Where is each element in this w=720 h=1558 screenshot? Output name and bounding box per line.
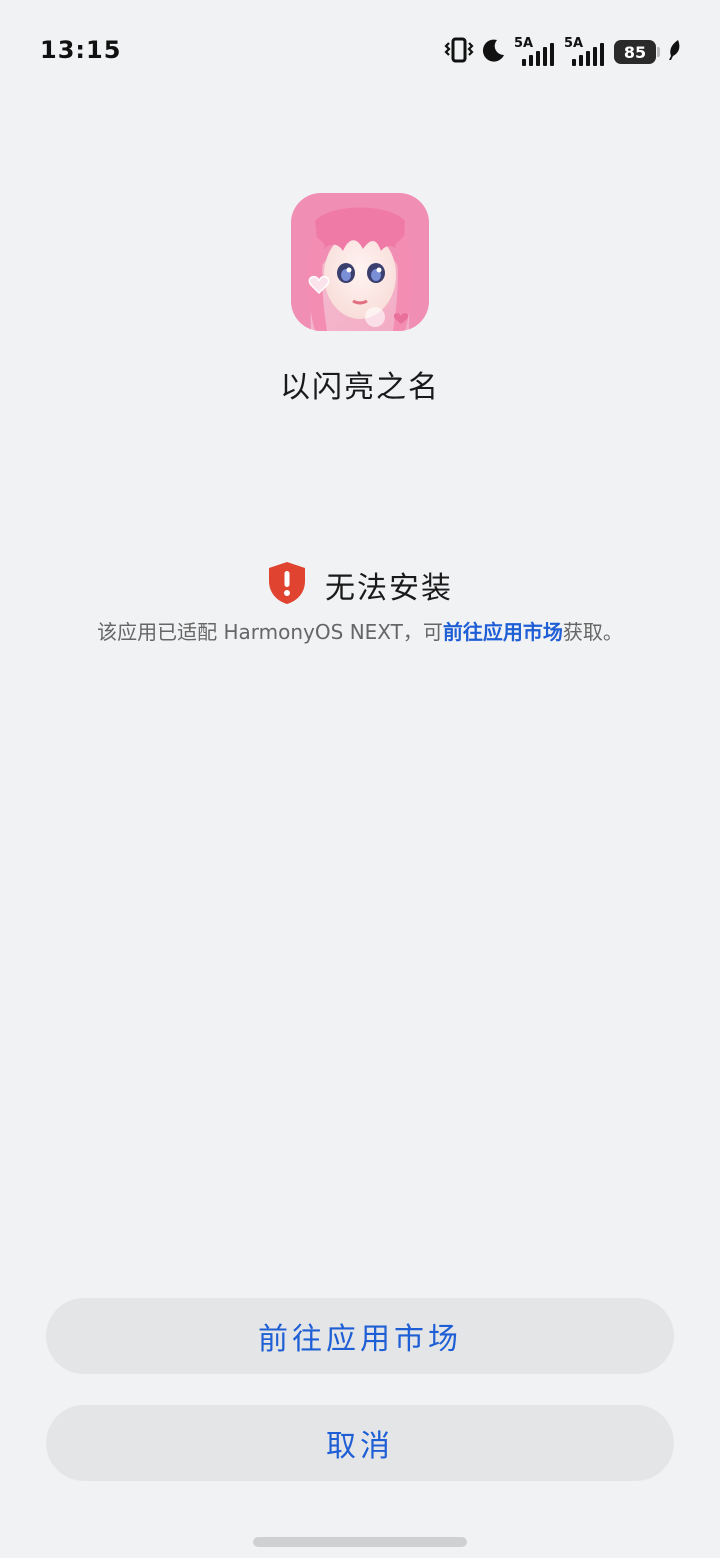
status-time: 13:15 <box>40 36 122 64</box>
battery-icon: 85 <box>614 40 660 64</box>
signal-icon: 5A <box>514 36 556 66</box>
warning-title: 无法安装 <box>325 571 453 606</box>
app-market-link[interactable]: 前往应用市场 <box>443 620 563 644</box>
warning-desc-suffix: 获取。 <box>562 620 623 644</box>
go-to-app-market-button[interactable]: 前往应用市场 <box>46 1298 674 1374</box>
vibrate-icon <box>444 37 474 67</box>
warning-desc-prefix: 该应用已适配 HarmonyOS NEXT，可 <box>97 620 443 644</box>
app-name: 以闪亮之名 <box>280 370 440 405</box>
leaf-icon <box>668 39 682 65</box>
cancel-button[interactable]: 取消 <box>46 1405 674 1481</box>
moon-icon <box>482 38 506 66</box>
status-bar: 13:15 5A 5A 85 <box>0 0 720 100</box>
home-indicator[interactable] <box>253 1537 467 1547</box>
app-icon <box>291 193 429 331</box>
battery-level: 85 <box>614 40 656 64</box>
signal-icon: 5A <box>564 36 606 66</box>
shield-alert-icon <box>267 561 307 609</box>
warning-header: 无法安装 <box>0 561 720 609</box>
status-icons: 5A 5A 85 <box>444 36 682 67</box>
warning-description: 该应用已适配 HarmonyOS NEXT，可前往应用市场获取。 <box>0 616 720 645</box>
